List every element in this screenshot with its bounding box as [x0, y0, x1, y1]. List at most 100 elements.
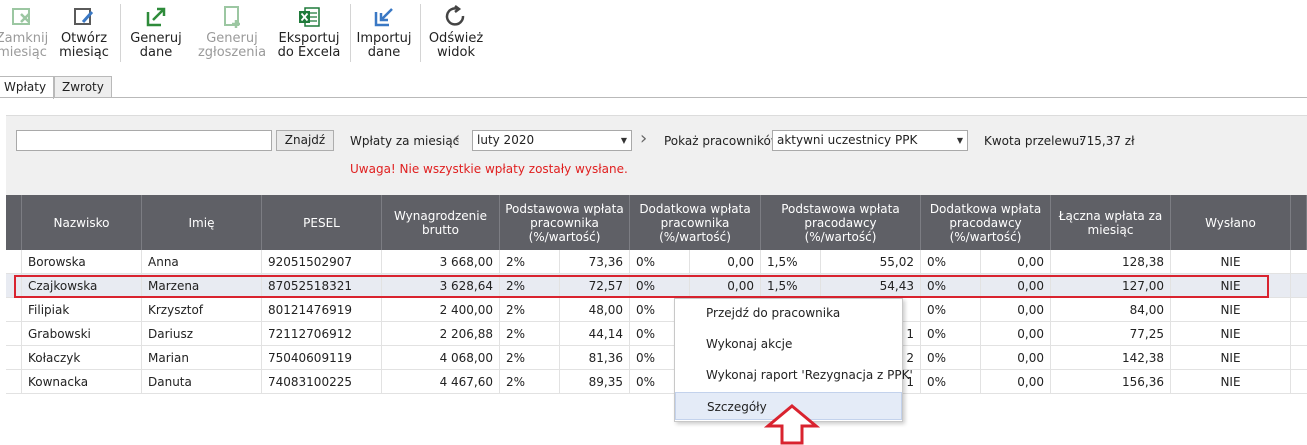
cell-er-pct: 0%	[921, 346, 981, 370]
toolbar: Zamknij miesiąc Otwórz miesiąc Generuj d…	[0, 0, 1307, 68]
cell-surname: Borowska	[22, 250, 142, 274]
chevron-down-icon: ▼	[620, 136, 627, 145]
cell-er-val: 0,00	[981, 370, 1051, 394]
cell-ee-pct: 0%	[630, 274, 690, 298]
cell-surname: Filipiak	[22, 298, 142, 322]
cell-be-val: 44,14	[560, 322, 630, 346]
cell-er-val: 0,00	[981, 346, 1051, 370]
cell-be-pct: 2%	[500, 322, 560, 346]
cell-surname: Kołaczyk	[22, 346, 142, 370]
refresh-view-button[interactable]: Odśwież widok	[428, 0, 484, 64]
table-row[interactable]: Kownacka Danuta 74083100225 4 467,60 2% 89,35…	[6, 370, 1307, 394]
export-excel-button[interactable]: Eksportuj do Excela	[276, 0, 342, 64]
header-row-selector	[6, 195, 22, 250]
cell-sent: NIE	[1171, 322, 1291, 346]
import-arrow-icon	[369, 2, 399, 32]
filter-panel: Znajdź Wpłaty za miesiąc ‹ luty 2020 ▼ ›…	[6, 115, 1307, 195]
header-salary[interactable]: Wynagrodzenie brutto	[382, 195, 500, 250]
header-extra-employee[interactable]: Dodatkowa wpłata pracownika (%/wartość)	[630, 195, 761, 250]
toolbar-separator	[350, 4, 351, 62]
cell-pesel: 92051502907	[262, 250, 382, 274]
search-button[interactable]: Znajdź	[276, 130, 334, 151]
cell-er-pct: 0%	[921, 298, 981, 322]
tab-wplaty[interactable]: Wpłaty	[0, 76, 55, 99]
generate-reports-button[interactable]: Generuj zgłoszenia	[198, 0, 266, 64]
table-row[interactable]: Czajkowska Marzena 87052518321 3 628,64 2% 72…	[6, 274, 1307, 298]
cell-name: Krzysztof	[142, 298, 262, 322]
cell-be-val: 81,36	[560, 346, 630, 370]
cell-surname: Grabowski	[22, 322, 142, 346]
table-row[interactable]: Filipiak Krzysztof 80121476919 2 400,00 2% 48…	[6, 298, 1307, 322]
cell-be-pct: 2%	[500, 274, 560, 298]
header-basic-employee[interactable]: Podstawowa wpłata pracownika (%/wartość)	[500, 195, 630, 250]
cell-salary: 2 206,88	[382, 322, 500, 346]
table-row[interactable]: Kołaczyk Marian 75040609119 4 068,00 2% 81,36…	[6, 346, 1307, 370]
row-selector[interactable]	[6, 250, 22, 274]
row-selector[interactable]	[6, 322, 22, 346]
menu-item-resignation-report[interactable]: Wykonaj raport 'Rezygnacja z PPK'	[675, 361, 913, 389]
close-month-button[interactable]: Zamknij miesiąc	[0, 0, 50, 64]
header-name[interactable]: Imię	[142, 195, 262, 250]
month-label: Wpłaty za miesiąc	[350, 134, 460, 148]
cell-surname: Kownacka	[22, 370, 142, 394]
table-row[interactable]: Grabowski Dariusz 72112706912 2 206,88 2% 44,…	[6, 322, 1307, 346]
menu-item-go-to-employee[interactable]: Przejdź do pracownika	[675, 299, 902, 327]
table-row[interactable]: Borowska Anna 92051502907 3 668,00 2% 73,36 0%…	[6, 250, 1307, 274]
header-pesel[interactable]: PESEL	[262, 195, 382, 250]
cell-er-pct: 0%	[921, 322, 981, 346]
document-add-icon	[217, 2, 247, 32]
generate-data-button[interactable]: Generuj dane	[128, 0, 184, 64]
cell-br-pct: 1,5%	[761, 250, 821, 274]
header-surname[interactable]: Nazwisko	[22, 195, 142, 250]
employees-select[interactable]: aktywni uczestnicy PPK ▼	[772, 130, 968, 151]
cell-ee-pct: 0%	[630, 250, 690, 274]
row-selector[interactable]	[6, 274, 22, 298]
cell-total: 127,00	[1051, 274, 1171, 298]
open-month-button[interactable]: Otwórz miesiąc	[56, 0, 112, 64]
cell-total: 77,25	[1051, 322, 1171, 346]
header-basic-employer[interactable]: Podstawowa wpłata pracodawcy (%/wartość)	[761, 195, 921, 250]
cell-total: 84,00	[1051, 298, 1171, 322]
cell-er-val: 0,00	[981, 250, 1051, 274]
tab-zwroty[interactable]: Zwroty	[54, 76, 112, 98]
cell-br-val: 54,43	[821, 274, 921, 298]
month-select[interactable]: luty 2020 ▼	[472, 130, 632, 151]
cell-surname: Czajkowska	[22, 274, 142, 298]
cell-ee-val: 0,00	[690, 250, 761, 274]
cell-er-pct: 0%	[921, 274, 981, 298]
row-selector[interactable]	[6, 346, 22, 370]
cell-name: Anna	[142, 250, 262, 274]
cell-be-pct: 2%	[500, 298, 560, 322]
next-month-icon[interactable]: ›	[640, 129, 647, 149]
cell-salary: 2 400,00	[382, 298, 500, 322]
cell-be-val: 89,35	[560, 370, 630, 394]
cell-name: Danuta	[142, 370, 262, 394]
cell-pesel: 75040609119	[262, 346, 382, 370]
cell-total: 156,36	[1051, 370, 1171, 394]
import-data-button[interactable]: Importuj dane	[356, 0, 412, 64]
month-value: luty 2020	[477, 133, 535, 147]
cell-pesel: 74083100225	[262, 370, 382, 394]
header-extra-employer[interactable]: Dodatkowa wpłata pracodawcy (%/wartość)	[921, 195, 1051, 250]
cell-sent: NIE	[1171, 346, 1291, 370]
row-selector[interactable]	[6, 370, 22, 394]
cell-salary: 3 668,00	[382, 250, 500, 274]
cell-ee-val: 0,00	[690, 274, 761, 298]
prev-month-icon[interactable]: ‹	[453, 129, 460, 149]
employees-label: Pokaż pracowników	[664, 134, 781, 148]
row-selector[interactable]	[6, 298, 22, 322]
cell-name: Marzena	[142, 274, 262, 298]
header-total[interactable]: Łączna wpłata za miesiąc	[1051, 195, 1171, 250]
cell-total: 128,38	[1051, 250, 1171, 274]
toolbar-separator	[420, 4, 421, 62]
cell-sent: NIE	[1171, 274, 1291, 298]
cell-be-pct: 2%	[500, 250, 560, 274]
cell-pesel: 87052518321	[262, 274, 382, 298]
export-arrow-icon	[141, 2, 171, 32]
search-input[interactable]	[16, 130, 272, 151]
menu-item-run-actions[interactable]: Wykonaj akcje	[675, 330, 902, 358]
cell-total: 142,38	[1051, 346, 1171, 370]
warning-message: Uwaga! Nie wszystkie wpłaty zostały wysł…	[350, 162, 628, 176]
close-month-icon	[7, 2, 37, 32]
header-sent[interactable]: Wysłano	[1171, 195, 1291, 250]
